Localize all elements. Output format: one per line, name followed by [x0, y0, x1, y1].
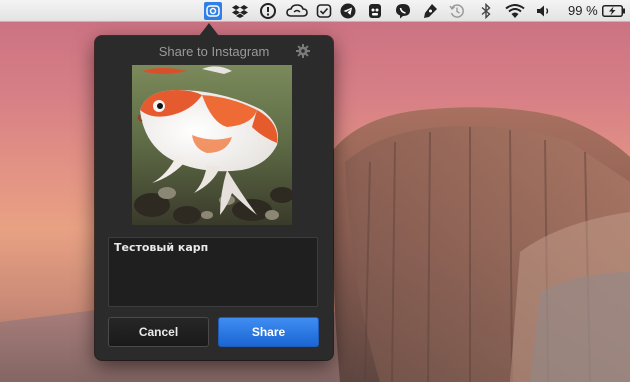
share-popover: Share to Instagram Тестовый карп Cancel … — [95, 23, 333, 360]
battery-percentage[interactable]: 99 % — [568, 3, 598, 18]
instagram-share-icon[interactable] — [204, 2, 222, 20]
cancel-button[interactable]: Cancel — [108, 317, 209, 347]
checklist-icon[interactable] — [315, 2, 333, 20]
battery-charging-icon[interactable] — [602, 2, 626, 20]
koi-fish-photo — [132, 65, 292, 225]
caption-textarea[interactable]: Тестовый карп — [108, 237, 318, 307]
popover-arrow — [199, 23, 219, 36]
volume-icon[interactable] — [535, 2, 553, 20]
caption-text: Тестовый карп — [114, 241, 209, 254]
time-machine-icon[interactable] — [448, 2, 466, 20]
telegram-icon[interactable] — [339, 2, 357, 20]
alert-icon[interactable] — [259, 2, 277, 20]
pen-icon[interactable] — [421, 2, 439, 20]
gear-icon[interactable] — [296, 44, 310, 58]
menu-bar: 99 % — [0, 0, 630, 22]
bluetooth-icon[interactable] — [477, 2, 495, 20]
wifi-icon[interactable] — [505, 2, 525, 20]
viber-icon[interactable] — [394, 2, 412, 20]
dropbox-icon[interactable] — [231, 2, 249, 20]
cloud-sync-icon[interactable] — [286, 2, 308, 20]
evernote-icon[interactable] — [366, 2, 384, 20]
share-button[interactable]: Share — [218, 317, 319, 347]
